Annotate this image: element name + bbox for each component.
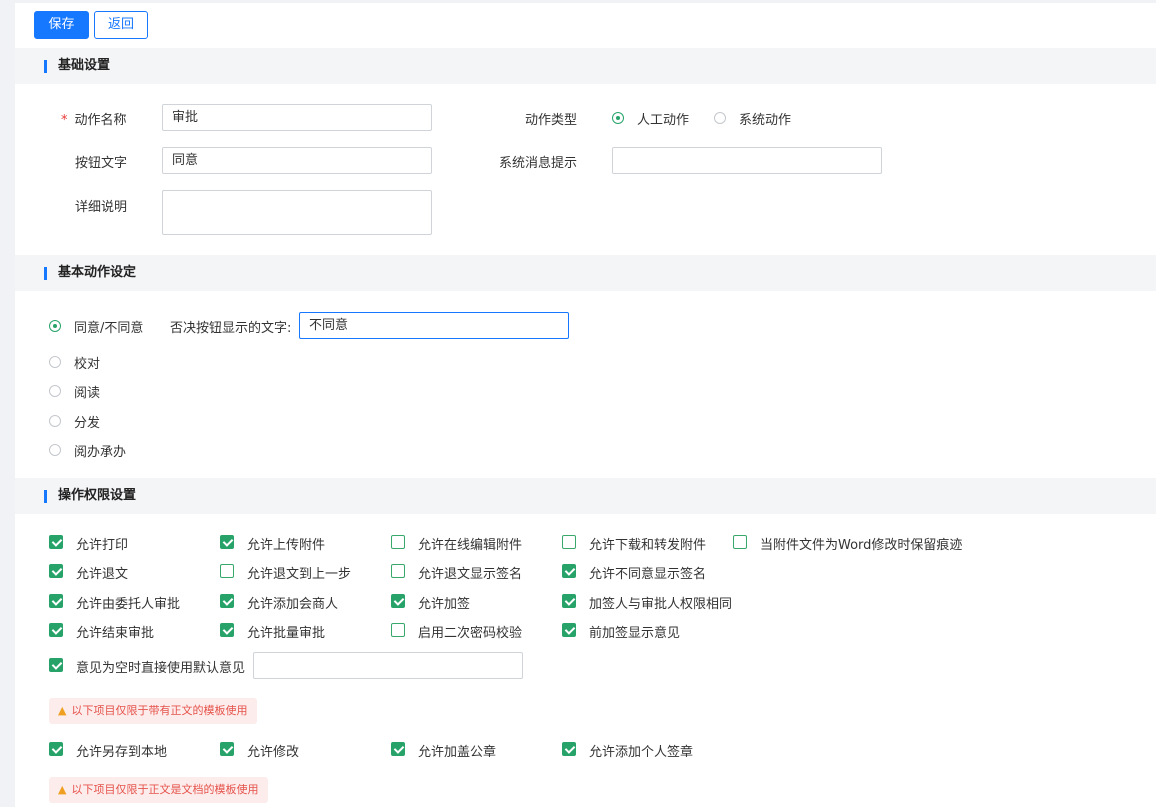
checkbox-allow-batch-approval-label: 允许批量审批 [247,626,326,641]
checkbox-use-default-opinion-label: 意见为空时直接使用默认意见 [76,661,246,676]
form-panel: 保存 返回 基础设置 * 动作名称 审批 按钮文字 同意 详细说明 动作类型 人工… [15,3,1156,807]
sys-msg-label: 系统消息提示 [499,156,578,171]
radio-system-action-label: 系统动作 [739,113,792,128]
section-accent-bar [44,490,47,503]
reject-text-input[interactable]: 不同意 [299,312,569,339]
checkbox-pre-sign-show-opinion-label: 前加签显示意见 [589,626,681,641]
section-accent-bar [44,60,47,73]
radio-agree-disagree-label: 同意/不同意 [74,321,144,336]
reject-text-label: 否决按钮显示的文字: [170,321,292,336]
action-name-label: * 动作名称 [61,113,127,128]
notice-doc-template: ▲ 以下项目仅限于正文是文档的模板使用 [49,777,269,803]
checkbox-allow-save-local-label: 允许另存到本地 [76,745,168,760]
radio-manual-action[interactable] [612,112,624,124]
section-header-action: 基本动作设定 [15,255,1156,291]
action-name-input[interactable]: 审批 [162,104,432,131]
checkbox-allow-end-approval-label: 允许结束审批 [76,626,155,641]
checkbox-allow-return-prev-step-label: 允许退文到上一步 [247,567,352,582]
checkbox-allow-download-forward[interactable] [562,535,576,549]
default-opinion-input[interactable] [253,652,523,679]
back-button[interactable]: 返回 [94,11,148,39]
notice-body-template: ▲ 以下项目仅限于带有正文的模板使用 [49,698,258,724]
radio-read[interactable] [49,385,61,397]
save-button[interactable]: 保存 [34,11,89,39]
checkbox-allow-disagree-show-signature-label: 允许不同意显示签名 [589,567,707,582]
checkbox-allow-online-edit-attachment-label: 允许在线编辑附件 [418,538,523,553]
checkbox-allow-official-seal-label: 允许加盖公章 [418,745,497,760]
checkbox-allow-modify[interactable] [220,742,234,756]
checkbox-allow-personal-signature[interactable] [562,742,576,756]
warning-icon: ▲ [58,783,67,796]
radio-handle[interactable] [49,444,61,456]
section-header-permissions: 操作权限设置 [15,478,1156,514]
sys-msg-input[interactable] [612,147,882,174]
detail-textarea[interactable] [162,190,432,235]
warning-icon: ▲ [58,704,67,717]
radio-proofread[interactable] [49,356,61,368]
checkbox-keep-word-revisions[interactable] [733,535,747,549]
button-text-label: 按钮文字 [75,156,128,171]
radio-manual-action-label: 人工动作 [637,113,690,128]
checkbox-enable-second-password-label: 启用二次密码校验 [418,626,523,641]
checkbox-use-default-opinion[interactable] [49,658,63,672]
checkbox-keep-word-revisions-label: 当附件文件为Word修改时保留痕迹 [760,538,963,553]
checkbox-signer-same-permission[interactable] [562,594,576,608]
checkbox-allow-print[interactable] [49,535,63,549]
checkbox-pre-sign-show-opinion[interactable] [562,623,576,637]
section-title-permissions: 操作权限设置 [58,488,137,503]
required-mark: * [61,113,68,128]
checkbox-allow-online-edit-attachment[interactable] [391,535,405,549]
checkbox-allow-save-local[interactable] [49,742,63,756]
action-type-label: 动作类型 [525,113,578,128]
section-title-action: 基本动作设定 [58,265,137,280]
checkbox-allow-return-show-signature-label: 允许退文显示签名 [418,567,523,582]
checkbox-allow-personal-signature-label: 允许添加个人签章 [589,745,694,760]
radio-distribute[interactable] [49,415,61,427]
button-text-input[interactable]: 同意 [162,147,432,174]
checkbox-allow-add-signer-label: 允许加签 [418,597,471,612]
radio-system-action[interactable] [714,112,726,124]
radio-distribute-label: 分发 [74,416,101,431]
checkbox-allow-disagree-show-signature[interactable] [562,564,576,578]
section-accent-bar [44,267,47,280]
section-title-basic: 基础设置 [58,58,111,73]
checkbox-signer-same-permission-label: 加签人与审批人权限相同 [589,597,733,612]
checkbox-allow-add-consultant-label: 允许添加会商人 [247,597,339,612]
radio-handle-label: 阅办承办 [74,445,127,460]
checkbox-allow-delegate-approve-label: 允许由委托人审批 [76,597,181,612]
radio-agree-disagree[interactable] [49,320,61,332]
detail-label: 详细说明 [75,200,128,215]
checkbox-allow-upload-attachment-label: 允许上传附件 [247,538,326,553]
checkbox-allow-modify-label: 允许修改 [247,745,300,760]
radio-read-label: 阅读 [74,386,101,401]
checkbox-allow-return-prev-step[interactable] [220,564,234,578]
checkbox-allow-official-seal[interactable] [391,742,405,756]
checkbox-allow-return-label: 允许退文 [76,567,129,582]
checkbox-allow-end-approval[interactable] [49,623,63,637]
checkbox-enable-second-password[interactable] [391,623,405,637]
radio-proofread-label: 校对 [74,357,101,372]
checkbox-allow-download-forward-label: 允许下载和转发附件 [589,538,707,553]
checkbox-allow-upload-attachment[interactable] [220,535,234,549]
checkbox-allow-return-show-signature[interactable] [391,564,405,578]
checkbox-allow-batch-approval[interactable] [220,623,234,637]
checkbox-allow-return[interactable] [49,564,63,578]
checkbox-allow-delegate-approve[interactable] [49,594,63,608]
checkbox-allow-add-signer[interactable] [391,594,405,608]
checkbox-allow-print-label: 允许打印 [76,538,129,553]
section-header-basic: 基础设置 [15,48,1156,84]
checkbox-allow-add-consultant[interactable] [220,594,234,608]
